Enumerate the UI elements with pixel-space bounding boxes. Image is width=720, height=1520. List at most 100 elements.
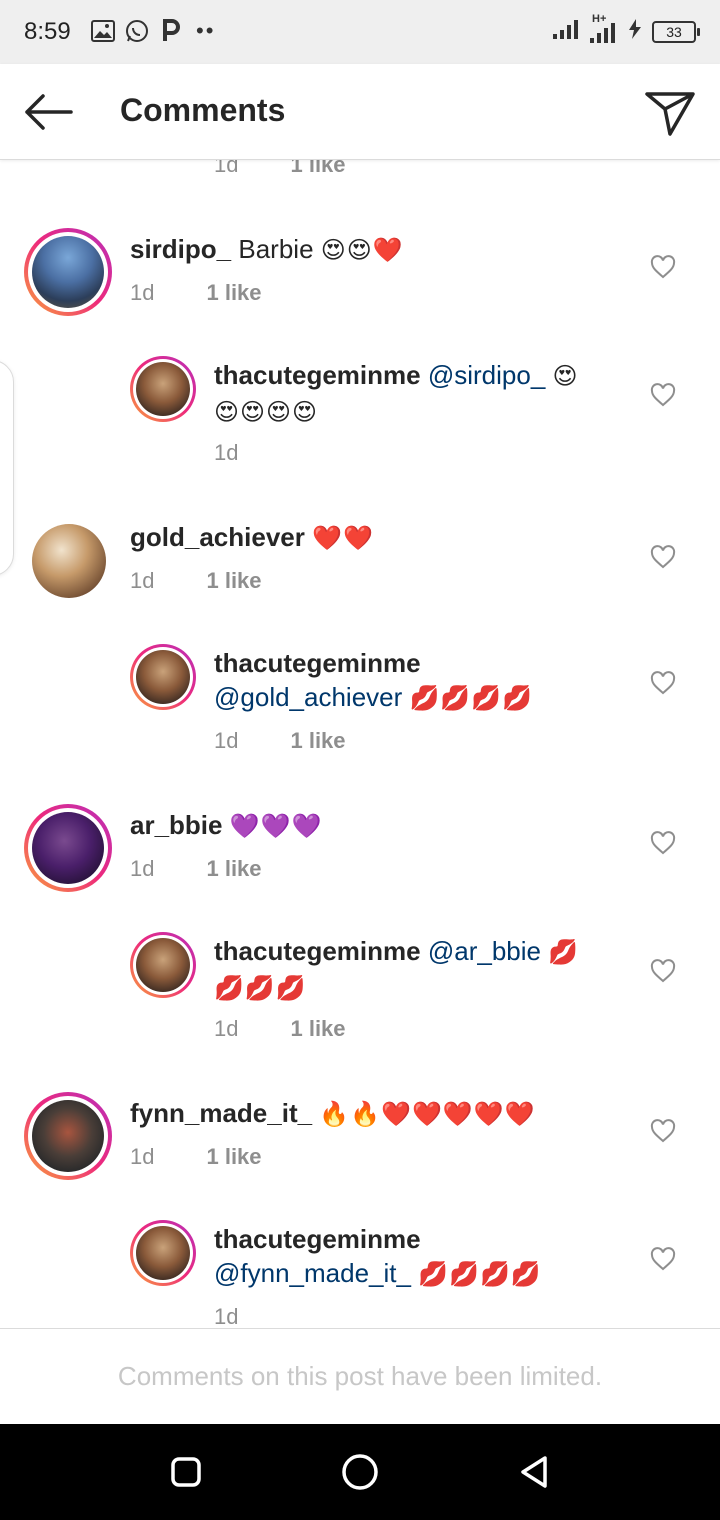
- status-notification-icons: ••: [90, 18, 215, 44]
- comment-likes[interactable]: 1 like: [206, 856, 261, 882]
- image-icon: [90, 18, 116, 44]
- comment-username[interactable]: sirdipo_: [130, 234, 231, 264]
- comment-text: thacutegeminme @fynn_made_it_ 💋💋💋💋: [214, 1222, 614, 1292]
- comment-emoji: 😍😍😍😍: [214, 399, 319, 426]
- back-button[interactable]: [20, 88, 76, 136]
- like-button[interactable]: [648, 380, 678, 410]
- comment-time: 1d: [214, 160, 239, 177]
- comment-username[interactable]: thacutegeminme: [214, 1224, 421, 1254]
- heart-outline-icon: [650, 831, 676, 855]
- comment-time: 1d: [214, 728, 239, 753]
- signal-hplus-icon: H+: [588, 13, 618, 45]
- recents-button[interactable]: [166, 1452, 206, 1492]
- comment-time: 1d: [214, 1016, 239, 1041]
- page-title: Comments: [120, 92, 286, 128]
- signal-icon: [552, 18, 580, 45]
- comment-emoji: 💋💋💋💋: [409, 685, 534, 712]
- send-icon: [645, 92, 695, 136]
- comment-likes[interactable]: 1 like: [206, 568, 261, 594]
- like-button[interactable]: [648, 252, 678, 282]
- avatar[interactable]: [130, 1220, 196, 1286]
- comment-meta: 1d 1 like: [130, 856, 262, 882]
- comments-limited-footer: Comments on this post have been limited.: [0, 1328, 720, 1424]
- like-button[interactable]: [648, 542, 678, 572]
- comment-username[interactable]: thacutegeminme: [214, 936, 421, 966]
- heart-outline-icon: [650, 545, 676, 569]
- partial-comment-meta: 1d 1 like: [214, 160, 346, 178]
- arrow-left-icon: [25, 94, 73, 130]
- circle-icon: [342, 1454, 378, 1490]
- side-panel-handle[interactable]: [0, 360, 14, 576]
- like-button[interactable]: [648, 1116, 678, 1146]
- comment-text: gold_achiever ❤️❤️: [130, 520, 590, 556]
- comment-mention[interactable]: @gold_achiever: [214, 682, 402, 712]
- whatsapp-icon: [124, 18, 150, 44]
- comment-text: thacutegeminme @gold_achiever 💋💋💋💋: [214, 646, 614, 716]
- comment-username[interactable]: thacutegeminme: [214, 360, 421, 390]
- comment-emoji: 😍😍❤️: [320, 237, 404, 264]
- comment-emoji: ❤️❤️: [312, 525, 374, 552]
- comment-text: ar_bbie 💜💜💜: [130, 808, 590, 844]
- comment-likes[interactable]: 1 like: [290, 1016, 345, 1042]
- comment-emoji: 💋💋💋: [214, 975, 307, 1002]
- back-nav-button[interactable]: [514, 1452, 554, 1492]
- comment-time: 1d: [130, 280, 155, 305]
- comment-mention[interactable]: @fynn_made_it_: [214, 1258, 411, 1288]
- like-button[interactable]: [648, 1244, 678, 1274]
- share-button[interactable]: [642, 86, 698, 140]
- more-notifications-dots: ••: [196, 18, 216, 43]
- like-button[interactable]: [648, 956, 678, 986]
- p-icon: [158, 18, 184, 44]
- comment-emoji: 💜💜💜: [229, 813, 323, 840]
- comment-emoji: 💋: [548, 939, 580, 966]
- comment-text: sirdipo_ Barbie 😍😍❤️: [130, 232, 590, 268]
- system-nav-bar: [0, 1424, 720, 1520]
- status-time: 8:59: [24, 18, 71, 45]
- comment-likes[interactable]: 1 like: [206, 1144, 261, 1170]
- avatar[interactable]: [24, 804, 112, 892]
- like-button[interactable]: [648, 828, 678, 858]
- comment-username[interactable]: gold_achiever: [130, 522, 305, 552]
- comments-header: Comments: [0, 64, 720, 160]
- comment-time: 1d: [130, 1144, 155, 1169]
- comment-meta: 1d 1 like: [130, 280, 262, 306]
- comments-limited-notice: Comments on this post have been limited.: [117, 1361, 603, 1391]
- comments-list[interactable]: 1d 1 like sirdipo_ Barbie 😍😍❤️ 1d 1 like…: [0, 160, 720, 1328]
- avatar[interactable]: [130, 356, 196, 422]
- avatar[interactable]: [24, 1092, 112, 1180]
- heart-outline-icon: [650, 1119, 676, 1143]
- square-icon: [171, 1457, 201, 1487]
- avatar[interactable]: [32, 524, 106, 598]
- avatar[interactable]: [130, 932, 196, 998]
- comment-username[interactable]: fynn_made_it_: [130, 1098, 312, 1128]
- status-bar: 8:59 •• H+ 33: [0, 0, 720, 64]
- comment-text: fynn_made_it_ 🔥🔥❤️❤️❤️❤️❤️: [130, 1096, 600, 1132]
- home-button[interactable]: [340, 1452, 380, 1492]
- comment-time: 1d: [130, 856, 155, 881]
- comment-time: 1d: [130, 568, 155, 593]
- comment-time: 1d: [214, 1304, 239, 1328]
- comment-text: thacutegeminme @ar_bbie 💋 💋💋💋: [214, 934, 614, 1006]
- avatar[interactable]: [24, 228, 112, 316]
- comment-emoji: 💋💋💋💋: [418, 1261, 542, 1288]
- comment-likes[interactable]: 1 like: [206, 280, 261, 306]
- comment-meta: 1d 1 like: [130, 1144, 262, 1170]
- avatar[interactable]: [130, 644, 196, 710]
- comment-likes[interactable]: 1 like: [290, 728, 345, 754]
- comment-meta: 1d 1 like: [214, 1016, 346, 1042]
- heart-outline-icon: [650, 255, 676, 279]
- heart-outline-icon: [650, 959, 676, 983]
- heart-outline-icon: [650, 1247, 676, 1271]
- comment-emoji: 😍: [552, 363, 579, 390]
- comment-meta: 1d: [214, 1304, 238, 1328]
- comment-mention[interactable]: @ar_bbie: [428, 936, 541, 966]
- comment-mention[interactable]: @sirdipo_: [428, 360, 545, 390]
- comment-username[interactable]: thacutegeminme: [214, 648, 421, 678]
- heart-outline-icon: [650, 383, 676, 407]
- comment-meta: 1d 1 like: [214, 728, 346, 754]
- status-right-icons: H+ 33: [552, 13, 700, 45]
- comment-likes[interactable]: 1 like: [290, 160, 345, 178]
- comment-username[interactable]: ar_bbie: [130, 810, 223, 840]
- like-button[interactable]: [648, 668, 678, 698]
- battery-icon: 33: [652, 20, 700, 43]
